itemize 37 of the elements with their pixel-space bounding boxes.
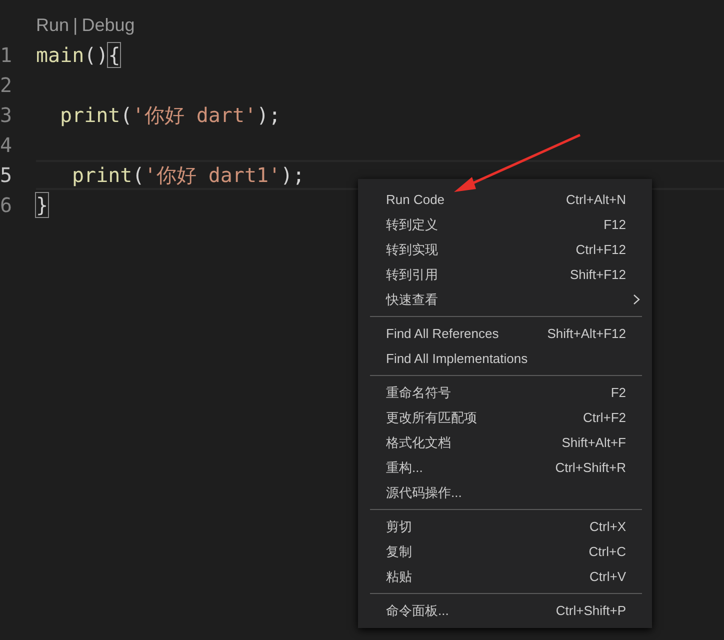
line-number: 5 bbox=[0, 163, 14, 187]
matched-bracket: } bbox=[36, 193, 48, 217]
code-token: ); bbox=[256, 103, 281, 127]
line-number: 4 bbox=[0, 133, 14, 157]
code-token: print bbox=[60, 103, 120, 127]
menu-item[interactable]: 源代码操作... bbox=[358, 480, 652, 505]
menu-item[interactable]: 转到定义 F12 bbox=[358, 212, 652, 237]
code-token: main bbox=[36, 43, 84, 67]
menu-item[interactable]: Find All References Shift+Alt+F12 bbox=[358, 321, 652, 346]
code-token: print bbox=[72, 163, 132, 187]
matched-bracket: { bbox=[108, 43, 120, 67]
debug-link[interactable]: Debug bbox=[82, 14, 135, 36]
menu-item[interactable]: 剪切 Ctrl+X bbox=[358, 514, 652, 539]
menu-item[interactable]: 快速查看 bbox=[358, 287, 652, 312]
code-token: ( bbox=[132, 163, 144, 187]
menu-item[interactable]: 转到引用 Shift+F12 bbox=[358, 262, 652, 287]
menu-item[interactable]: 粘贴 Ctrl+V bbox=[358, 564, 652, 589]
line-number: 6 bbox=[0, 193, 14, 217]
menu-item[interactable]: Find All Implementations bbox=[358, 346, 652, 371]
menu-item[interactable]: 格式化文档 Shift+Alt+F bbox=[358, 430, 652, 455]
code-token: '你好 dart' bbox=[132, 102, 257, 128]
menu-item[interactable]: 复制 Ctrl+C bbox=[358, 539, 652, 564]
menu-item[interactable]: 重构... Ctrl+Shift+R bbox=[358, 455, 652, 480]
line-number: 1 bbox=[0, 43, 14, 67]
line-number: 3 bbox=[0, 103, 14, 127]
run-link[interactable]: Run bbox=[36, 14, 70, 36]
line-number: 2 bbox=[0, 73, 14, 97]
code-token: ( bbox=[120, 103, 132, 127]
menu-item[interactable]: 转到实现 Ctrl+F12 bbox=[358, 237, 652, 262]
menu-item[interactable]: 重命名符号 F2 bbox=[358, 380, 652, 405]
menu-item[interactable]: 更改所有匹配项 Ctrl+F2 bbox=[358, 405, 652, 430]
code-token: ); bbox=[280, 163, 305, 187]
lens-separator: | bbox=[73, 14, 78, 36]
code-token: () bbox=[84, 43, 108, 67]
code-token: '你好 dart1' bbox=[144, 162, 281, 188]
menu-item[interactable]: Run Code Ctrl+Alt+N bbox=[358, 187, 652, 212]
menu-item[interactable]: 命令面板... Ctrl+Shift+P bbox=[358, 598, 652, 623]
